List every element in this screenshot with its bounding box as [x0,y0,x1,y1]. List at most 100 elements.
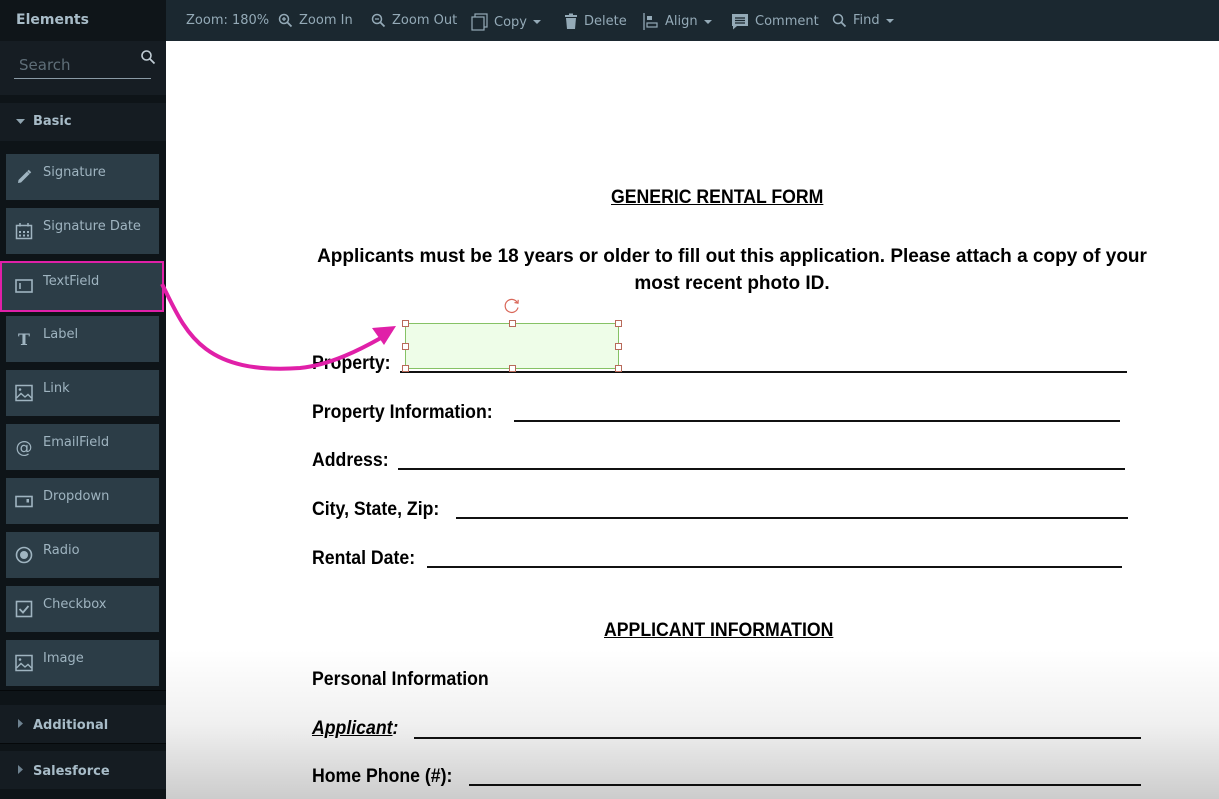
resize-handle-top-left[interactable] [402,320,409,327]
resize-handle-bottom-left[interactable] [402,365,409,372]
section-salesforce[interactable]: Salesforce [0,751,166,789]
sidebar-item-checkbox[interactable]: Checkbox [6,586,159,632]
field-label-address: Address: [312,450,389,471]
resize-handle-left[interactable] [402,343,409,350]
zoom-level-text: Zoom: 180% [186,13,270,28]
document-title: GENERIC RENTAL FORM [611,187,824,208]
field-label-home-phone: Home Phone (#): [312,766,453,787]
document-canvas[interactable]: GENERIC RENTAL FORM Applicants must be 1… [166,41,1219,799]
resize-handle-right[interactable] [615,343,622,350]
search-icon [832,13,847,28]
rotate-icon[interactable] [503,297,521,315]
field-label-property: Property: [312,353,391,374]
calendar-icon [15,223,33,240]
image-icon [15,384,33,402]
section-label: Basic [33,114,72,129]
sidebar-item-label: TextField [43,274,100,289]
at-icon: @ [16,438,33,456]
search-icon[interactable] [140,49,156,65]
sidebar-item-image[interactable]: Image [6,640,159,686]
elements-sidebar: Elements Basic Signature Signature Date [0,0,166,799]
align-button[interactable]: Align [643,13,712,30]
comment-icon [732,14,748,30]
copy-label: Copy [494,14,527,30]
sidebar-item-label: Signature [43,165,106,180]
resize-handle-bottom[interactable] [509,365,516,372]
copy-icon [471,13,488,31]
sidebar-item-label: EmailField [43,435,110,450]
resize-handle-bottom-right[interactable] [615,365,622,372]
find-button[interactable]: Find [832,13,894,28]
sidebar-item-signature-date[interactable]: Signature Date [6,208,159,254]
divider [0,743,166,744]
placed-textfield[interactable] [402,320,622,372]
sidebar-item-textfield[interactable]: TextField [0,261,164,312]
zoom-in-icon [278,13,293,28]
comment-button[interactable]: Comment [731,13,819,30]
sidebar-item-dropdown[interactable]: Dropdown [6,478,159,524]
applicant-label-text: Applicant [312,718,393,739]
delete-label: Delete [584,13,627,29]
section-title-applicant-information: APPLICANT INFORMATION [604,620,834,641]
resize-handle-top-right[interactable] [615,320,622,327]
field-label-city-state-zip: City, State, Zip: [312,499,440,520]
checkbox-icon [15,600,33,618]
find-label: Find [853,13,880,28]
section-label: Salesforce [33,764,110,779]
sidebar-item-label[interactable]: T Label [6,316,159,362]
toolbar: Zoom: 180% Zoom In Zoom Out Copy Delete … [166,0,1219,41]
sidebar-item-label: Dropdown [43,489,110,504]
field-label-rental-date: Rental Date: [312,548,416,569]
sidebar-item-label: Signature Date [43,219,141,234]
resize-handle-top[interactable] [509,320,516,327]
text-t-icon: T [18,330,30,348]
textfield-icon [15,279,33,293]
pencil-icon [18,169,32,183]
caret-down-icon [16,119,25,124]
chevron-down-icon [703,19,712,24]
section-basic[interactable]: Basic [0,103,166,141]
sidebar-item-signature[interactable]: Signature [6,154,159,200]
caret-right-icon [18,719,23,728]
delete-button[interactable]: Delete [564,13,627,29]
zoom-in-label: Zoom In [299,13,353,28]
field-line-rental-date [427,566,1122,568]
section-label: Additional [33,718,109,733]
zoom-level: Zoom: 180% [186,13,269,28]
field-line-city-state-zip [456,517,1128,519]
trash-icon [565,13,577,29]
document-intro: Applicants must be 18 years or older to … [317,246,1147,294]
personal-information-heading: Personal Information [312,669,489,690]
chevron-down-icon [885,18,894,23]
sidebar-item-radio[interactable]: Radio [6,532,159,578]
chevron-down-icon [532,20,541,24]
sidebar-item-label: Label [43,327,79,342]
align-label: Align [665,14,698,29]
copy-button[interactable]: Copy [471,13,541,31]
sidebar-item-label: Image [43,651,84,666]
caret-right-icon [18,765,23,774]
zoom-out-icon [371,13,386,28]
zoom-out-label: Zoom Out [392,13,458,28]
field-line-applicant [414,737,1141,739]
field-label-applicant: Applicant: [312,718,398,740]
sidebar-item-link[interactable]: Link [6,370,159,416]
section-additional[interactable]: Additional [0,705,166,743]
applicant-colon: : [392,718,399,739]
svg-text:T: T [18,330,30,348]
sidebar-search [0,41,166,95]
sidebar-title: Elements [0,0,166,41]
radio-icon [15,546,33,564]
align-left-icon [643,13,658,30]
sidebar-item-label: Radio [43,543,80,558]
field-line-home-phone [469,784,1141,786]
svg-text:@: @ [16,438,33,456]
zoom-out-button[interactable]: Zoom Out [371,13,457,28]
sidebar-item-emailfield[interactable]: @ EmailField [6,424,159,470]
sidebar-item-label: Link [43,381,70,396]
dropdown-icon [15,495,33,508]
comment-label: Comment [755,14,819,29]
zoom-in-button[interactable]: Zoom In [278,13,353,28]
search-input[interactable] [14,51,151,79]
field-label-property-information: Property Information: [312,402,493,423]
